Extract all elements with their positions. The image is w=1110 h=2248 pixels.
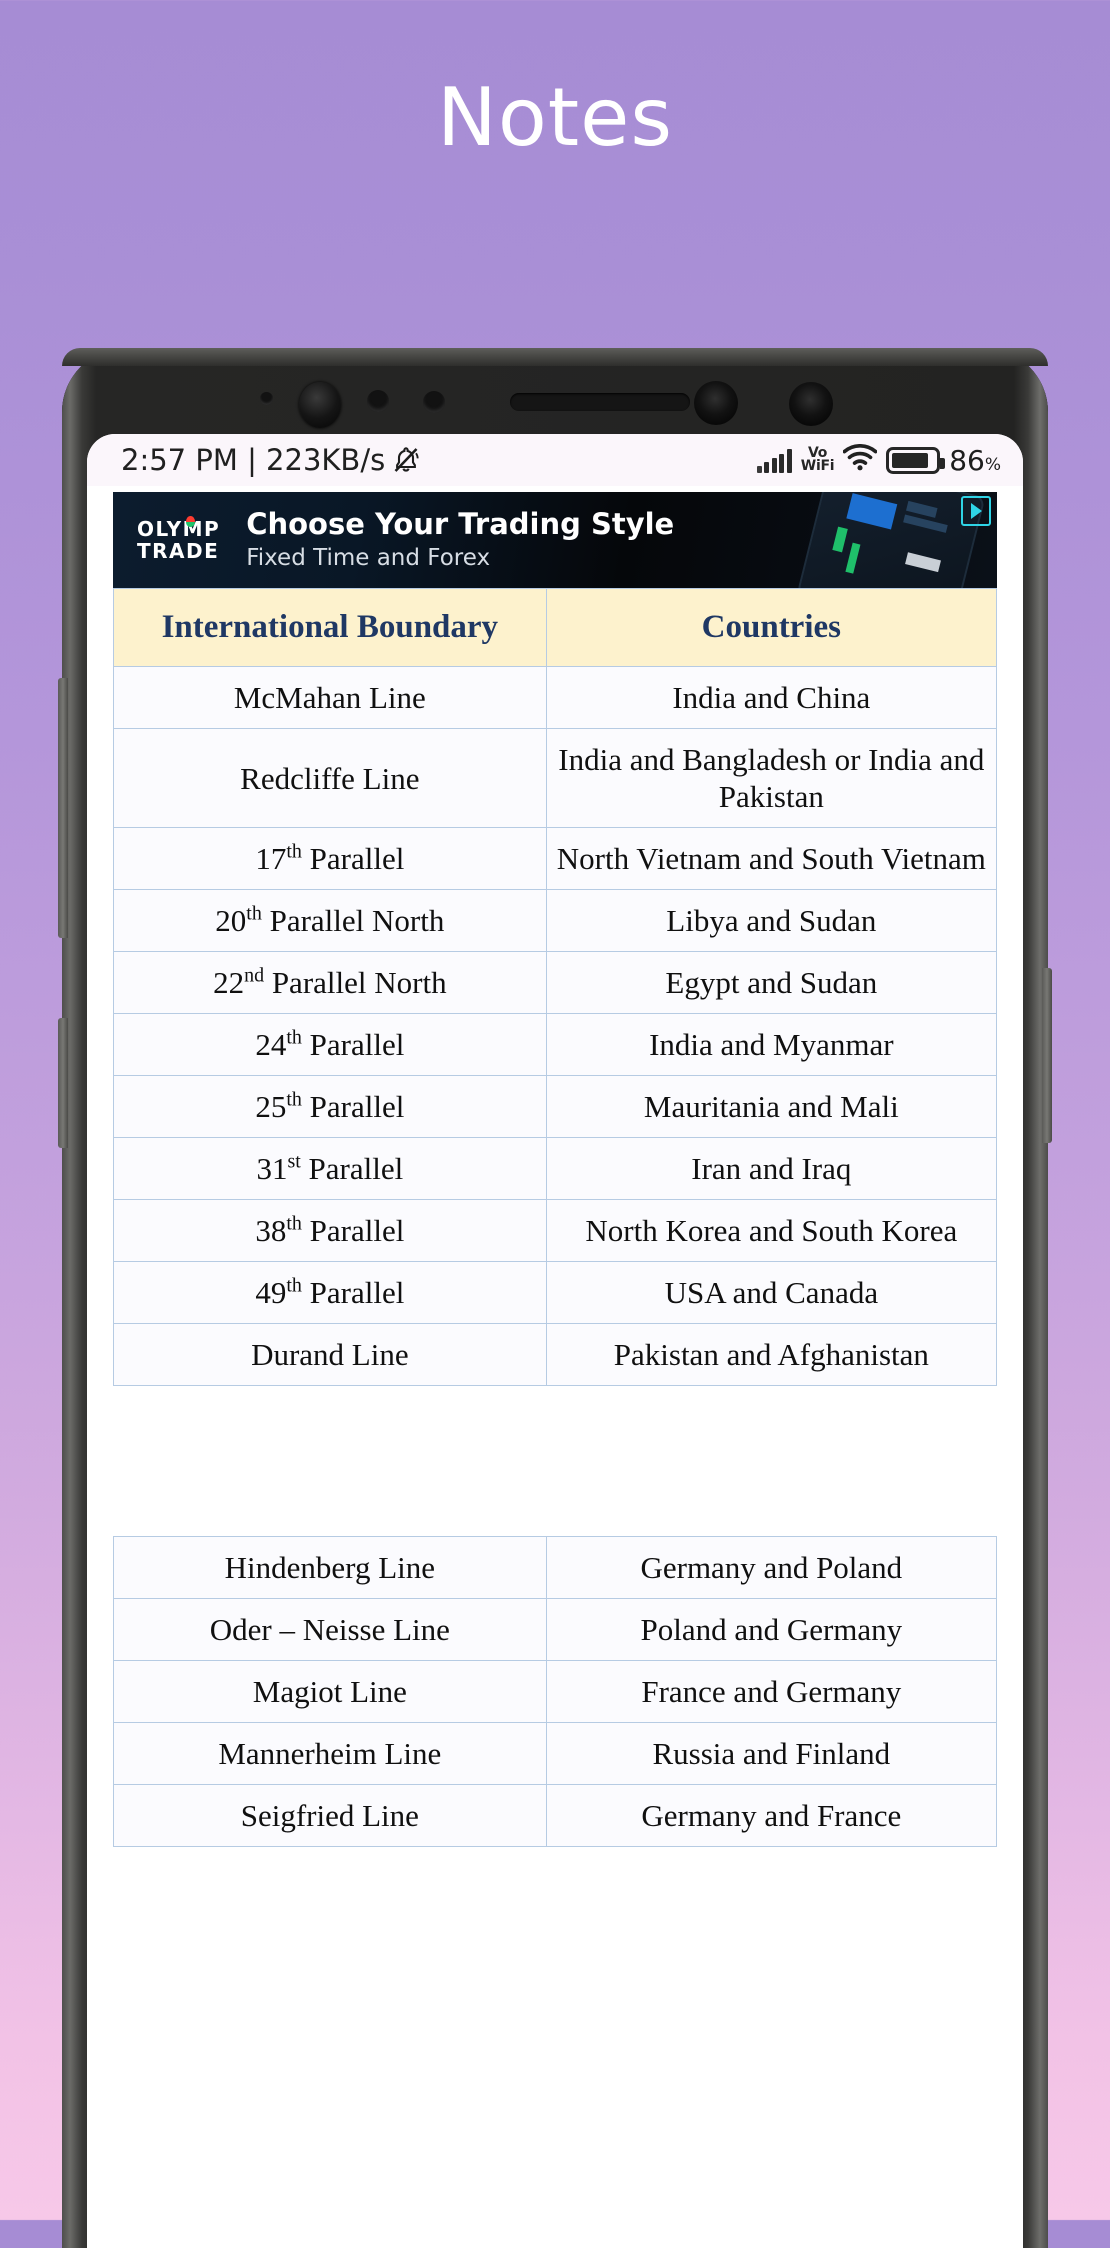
ad-headline: Choose Your Trading Style xyxy=(246,507,675,541)
cell-boundary: 25th Parallel xyxy=(113,1075,547,1138)
table-row: 31st Parallel Iran and Iraq xyxy=(113,1137,998,1200)
table-row: 22nd Parallel North Egypt and Sudan xyxy=(113,951,998,1014)
battery-percent-symbol: % xyxy=(984,454,1001,475)
cell-countries: India and Bangladesh or India and Pakist… xyxy=(545,728,998,828)
table-row: 38th Parallel North Korea and South Korea xyxy=(113,1199,998,1262)
cell-boundary: 31st Parallel xyxy=(113,1137,547,1200)
status-bar: 2:57 PM | 223KB/s Vo WiFi 86% xyxy=(87,434,1023,486)
adchoices-triangle-icon[interactable] xyxy=(961,496,991,526)
cell-boundary: 17th Parallel xyxy=(113,827,547,890)
table-row: Durand Line Pakistan and Afghanistan xyxy=(113,1323,998,1386)
content-bottom-space xyxy=(113,1847,997,2007)
proximity-sensor-icon xyxy=(260,392,273,405)
table-row: Magiot Line France and Germany xyxy=(113,1660,998,1723)
bell-muted-icon xyxy=(392,445,420,475)
cell-boundary: 24th Parallel xyxy=(113,1013,547,1076)
cell-boundary: Hindenberg Line xyxy=(113,1536,547,1599)
ad-brand-line2: TRADE xyxy=(137,539,220,563)
volte-wifi-label: Vo WiFi xyxy=(800,446,835,474)
table-row: 49th Parallel USA and Canada xyxy=(113,1261,998,1324)
ad-subline: Fixed Time and Forex xyxy=(246,545,491,571)
cell-boundary: 38th Parallel xyxy=(113,1199,547,1262)
table-row: Redcliffe Line India and Bangladesh or In… xyxy=(113,728,998,828)
secondary-camera-icon xyxy=(694,381,738,425)
notes-content: International Boundary Countries McMahan… xyxy=(87,588,1023,2007)
front-camera-icon xyxy=(299,382,341,428)
ir-sensor-icon xyxy=(423,391,445,413)
boundaries-table-2: Hindenberg Line Germany and Poland Oder – … xyxy=(113,1536,998,1847)
cell-boundary: 20th Parallel North xyxy=(113,889,547,952)
table-row: Seigfried Line Germany and France xyxy=(113,1784,998,1847)
boundaries-table-1-body: McMahan Line India and China Redcliffe Lin… xyxy=(113,666,998,1386)
table-row: Hindenberg Line Germany and Poland xyxy=(113,1536,998,1599)
phone-screen: 2:57 PM | 223KB/s Vo WiFi 86% OLYMP TRAD… xyxy=(87,434,1023,2248)
ad-phone-graphic xyxy=(796,492,986,588)
table-row: 20th Parallel North Libya and Sudan xyxy=(113,889,998,952)
wifi-icon xyxy=(842,444,878,476)
table-header-row: International Boundary Countries xyxy=(113,588,998,667)
cell-countries: Germany and Poland xyxy=(545,1536,998,1599)
ad-banner[interactable]: OLYMP TRADE Choose Your Trading Style Fi… xyxy=(113,492,997,588)
cell-boundary: Durand Line xyxy=(113,1323,547,1386)
cell-countries: USA and Canada xyxy=(545,1261,998,1324)
cell-countries: India and China xyxy=(545,666,998,729)
earpiece-speaker xyxy=(510,393,690,411)
status-bar-left: 2:57 PM | 223KB/s xyxy=(121,443,420,477)
cell-countries: Libya and Sudan xyxy=(545,889,998,952)
table-row: 25th Parallel Mauritania and Mali xyxy=(113,1075,998,1138)
table-row: 24th Parallel India and Myanmar xyxy=(113,1013,998,1076)
olymp-logo-dot-icon xyxy=(186,516,195,527)
cell-countries: India and Myanmar xyxy=(545,1013,998,1076)
column-header-countries: Countries xyxy=(545,588,998,667)
cell-countries: North Korea and South Korea xyxy=(545,1199,998,1262)
cell-countries: North Vietnam and South Vietnam xyxy=(545,827,998,890)
light-sensor-icon xyxy=(367,390,389,412)
cell-countries: Iran and Iraq xyxy=(545,1137,998,1200)
table-row: Mannerheim Line Russia and Finland xyxy=(113,1722,998,1785)
status-time-and-network-speed: 2:57 PM | 223KB/s xyxy=(121,443,386,477)
cell-countries: Germany and France xyxy=(545,1784,998,1847)
cell-boundary: Mannerheim Line xyxy=(113,1722,547,1785)
assistant-button[interactable] xyxy=(58,1018,68,1148)
tertiary-camera-icon xyxy=(789,382,833,426)
cell-boundary: 49th Parallel xyxy=(113,1261,547,1324)
cell-countries: Egypt and Sudan xyxy=(545,951,998,1014)
cell-boundary: Seigfried Line xyxy=(113,1784,547,1847)
power-button[interactable] xyxy=(1042,968,1052,1143)
cell-boundary: Oder – Neisse Line xyxy=(113,1598,547,1661)
cell-boundary: Redcliffe Line xyxy=(113,728,547,828)
table-separator-gap xyxy=(113,1386,997,1536)
status-bar-right: Vo WiFi 86% xyxy=(756,443,1001,477)
phone-device-frame: 2:57 PM | 223KB/s Vo WiFi 86% OLYMP TRAD… xyxy=(58,348,1052,2248)
ad-copy: Choose Your Trading Style Fixed Time and… xyxy=(246,507,674,573)
cell-countries: France and Germany xyxy=(545,1660,998,1723)
volte-label-line2: WiFi xyxy=(800,458,835,474)
ad-brand-logo: OLYMP TRADE xyxy=(137,516,221,563)
table-row: 17th Parallel North Vietnam and South Vie… xyxy=(113,827,998,890)
cell-boundary: 22nd Parallel North xyxy=(113,951,547,1014)
cell-boundary: Magiot Line xyxy=(113,1660,547,1723)
column-header-boundary: International Boundary xyxy=(113,588,547,667)
boundaries-table-2-body: Hindenberg Line Germany and Poland Oder – … xyxy=(113,1536,998,1847)
cell-countries: Russia and Finland xyxy=(545,1722,998,1785)
phone-top-edge-highlight xyxy=(62,348,1048,366)
cell-countries: Pakistan and Afghanistan xyxy=(545,1323,998,1386)
cell-countries: Poland and Germany xyxy=(545,1598,998,1661)
boundaries-table-1: International Boundary Countries McMahan… xyxy=(113,588,998,1386)
cell-boundary: McMahan Line xyxy=(113,666,547,729)
cellular-signal-icon xyxy=(756,447,792,473)
table-row: McMahan Line India and China xyxy=(113,666,998,729)
volume-button[interactable] xyxy=(58,678,68,938)
cell-countries: Mauritania and Mali xyxy=(545,1075,998,1138)
table-row: Oder – Neisse Line Poland and Germany xyxy=(113,1598,998,1661)
page-title: Notes xyxy=(436,71,674,164)
battery-level: 86% xyxy=(949,443,1001,477)
battery-icon xyxy=(886,446,946,474)
ad-brand-line1: OLYMP xyxy=(137,517,221,541)
